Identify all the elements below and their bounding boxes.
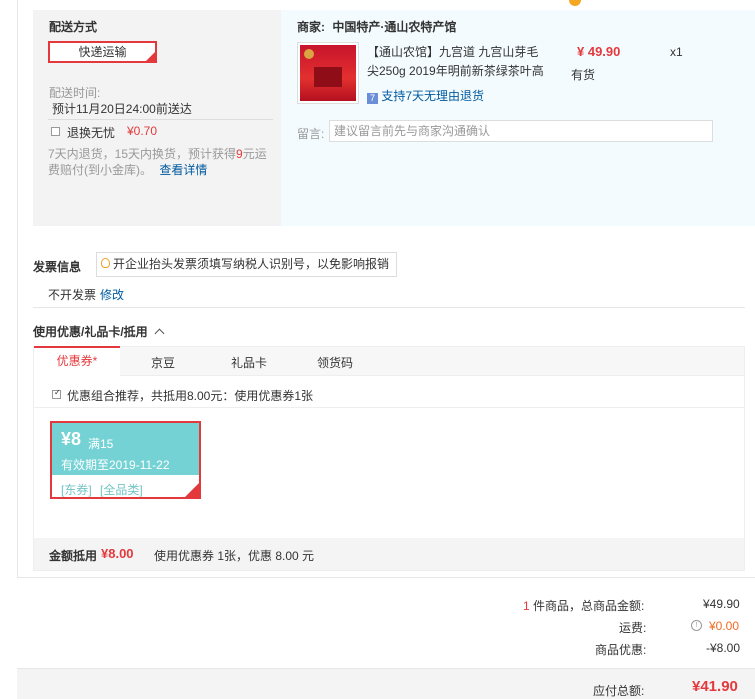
product-thumbnail[interactable]: [297, 42, 359, 104]
deduct-label: 金额抵用: [49, 549, 98, 563]
express-delivery-option[interactable]: 快递运输: [48, 41, 157, 63]
discount-title-text: 使用优惠/礼品卡/抵用: [33, 325, 148, 339]
coupon-card[interactable]: ¥8 满15 有效期至2019-11-22 [东券] [全品类]: [50, 421, 201, 499]
freight-info-icon[interactable]: !: [691, 620, 702, 631]
delivery-time-value: 预计11月20日24:00前送达: [52, 102, 192, 116]
worry-free-desc: 7天内退货，15天内换货，预计获得9元运 费赔付(到小金库)。 查看详情: [48, 146, 273, 178]
view-details-link[interactable]: 查看详情: [159, 163, 207, 177]
recommend-checkbox[interactable]: ✓: [52, 388, 61, 399]
memo-input[interactable]: 建议留言前先与商家沟通确认: [329, 120, 713, 142]
section-divider: [33, 307, 745, 308]
discount-title[interactable]: 使用优惠/礼品卡/抵用: [33, 323, 165, 340]
shipping-title: 配送方式: [49, 20, 98, 34]
tab-redeem-code[interactable]: 领货码: [317, 354, 353, 371]
bulb-icon: [101, 258, 110, 268]
worry-free-desc-part2: 元运: [242, 147, 267, 161]
payable-label: 应付总额:: [593, 684, 645, 698]
coupon-list-divider: [33, 407, 745, 408]
payable-value: ¥41.90: [692, 678, 738, 695]
deduct-bar: [34, 538, 744, 570]
coupon-amount: ¥8: [61, 429, 82, 449]
merchant-name[interactable]: 中国特产·通山农特产馆: [332, 20, 456, 34]
goods-count-text: 件商品，总商品金额:: [533, 599, 645, 613]
coupon-header: ¥8 满15 有效期至2019-11-22: [52, 423, 199, 475]
chevron-up-icon: [154, 328, 165, 339]
discount-tabbar: [33, 346, 745, 376]
worry-free-label: 退换无忧: [67, 126, 116, 140]
product-price: ¥ 49.90: [577, 44, 621, 59]
return-policy[interactable]: 7 支持7天无理由退货: [367, 87, 484, 104]
coupon-tag-all: [全品类]: [100, 483, 143, 497]
product-image: [300, 45, 356, 101]
invoice-tip-text: 开企业抬头发票须填写纳税人识别号，以免影响报销: [113, 257, 390, 271]
invoice-status: 不开发票: [48, 288, 97, 302]
worry-free-desc-highlight: 9: [236, 147, 243, 161]
freight-label: 运费:: [619, 621, 647, 635]
tab-coupon[interactable]: 优惠券*: [34, 346, 120, 377]
tab-jingdou[interactable]: 京豆: [151, 354, 175, 371]
product-title-line1: 【通山农馆】九宫道 九宫山芽毛: [367, 45, 539, 59]
product-title[interactable]: 【通山农馆】九宫道 九宫山芽毛 尖250g 2019年明前新茶绿茶叶高: [367, 43, 557, 81]
worry-free-desc-part1: 7天内退货，15天内换货，预计获得: [48, 147, 237, 161]
invoice-modify-link[interactable]: 修改: [100, 286, 124, 303]
goods-total-row: 1 件商品，总商品金额:: [523, 597, 644, 614]
merchant-label: 商家:: [297, 20, 325, 34]
coupon-tag-jd: [东券]: [61, 483, 92, 497]
return-policy-icon: 7: [367, 93, 378, 104]
product-quantity: x1: [670, 45, 683, 59]
express-delivery-label: 快递运输: [78, 45, 127, 59]
tab-giftcard[interactable]: 礼品卡: [231, 354, 267, 371]
discount-label: 商品优惠:: [595, 643, 647, 657]
worry-free-desc-part3: 费赔付(到小金库)。: [48, 163, 152, 177]
deduct-amount: ¥8.00: [101, 546, 134, 561]
tab-coupon-label: 优惠券*: [56, 354, 98, 368]
discount-value: -¥8.00: [706, 641, 741, 655]
deduct-desc: 使用优惠券 1张，优惠 8.00 元: [154, 549, 315, 563]
product-title-line2: 尖250g 2019年明前新茶绿茶叶高: [367, 64, 544, 78]
memo-label: 留言:: [297, 127, 325, 141]
coupon-selected-icon: [185, 483, 199, 497]
return-policy-label: 支持7天无理由退货: [381, 89, 485, 103]
coupon-condition: 满15: [88, 437, 114, 451]
goods-count: 1: [523, 599, 530, 613]
panel-divider: [48, 119, 273, 120]
goods-total-value: ¥49.90: [703, 597, 740, 611]
delivery-time-label: 配送时间:: [49, 86, 101, 100]
coupon-validity: 有效期至2019-11-22: [61, 458, 170, 472]
recommend-text: 优惠组合推荐，共抵用8.00元：使用优惠券1张: [67, 389, 314, 403]
worry-free-price: ¥0.70: [127, 124, 158, 138]
stock-status: 有货: [571, 68, 596, 82]
invoice-title: 发票信息: [33, 260, 82, 274]
selected-corner-icon: [146, 52, 155, 61]
worry-free-checkbox[interactable]: [51, 127, 60, 136]
merchant-info: 商家: 中国特产·通山农特产馆: [297, 18, 456, 35]
freight-value: ¥0.00: [709, 619, 740, 633]
invoice-tip: 开企业抬头发票须填写纳税人识别号，以免影响报销: [96, 252, 397, 277]
